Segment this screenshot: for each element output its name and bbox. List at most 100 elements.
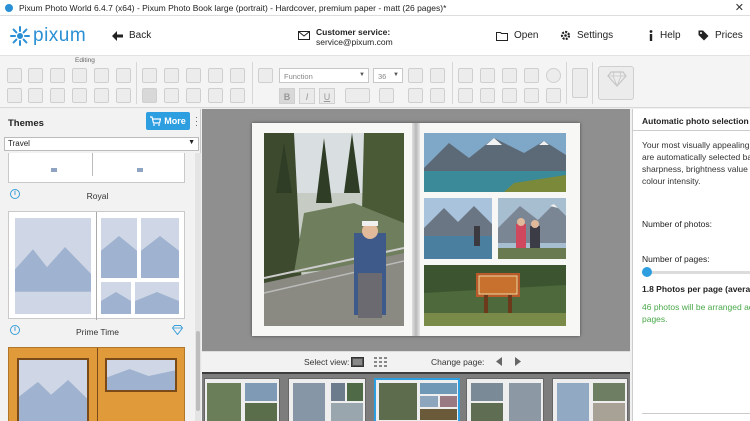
more-options-icon[interactable] (430, 88, 445, 103)
tool-button[interactable] (572, 68, 588, 98)
cart-icon (150, 116, 162, 126)
theme-card-prime-time[interactable] (8, 211, 185, 320)
tool-button[interactable] (142, 88, 157, 103)
tool-button[interactable] (50, 68, 65, 83)
more-options-icon[interactable] (230, 88, 245, 103)
highlight-tool[interactable] (598, 66, 634, 100)
tool-button[interactable] (72, 88, 87, 103)
tool-button[interactable] (94, 88, 109, 103)
tool-button[interactable] (546, 68, 561, 83)
tool-button[interactable] (502, 68, 517, 83)
app-icon (5, 3, 13, 12)
more-themes-button[interactable]: More (146, 112, 190, 130)
tool-button[interactable] (458, 68, 473, 83)
tool-button[interactable] (72, 68, 87, 83)
font-family-select[interactable]: Function ▼ (279, 68, 369, 83)
tool-button[interactable] (208, 68, 223, 83)
tool-button[interactable] (116, 88, 131, 103)
tool-button[interactable] (7, 88, 22, 103)
tool-button[interactable] (28, 88, 43, 103)
themes-scrollbar[interactable] (195, 153, 201, 421)
tool-button[interactable] (408, 88, 423, 103)
lake-view-photo (424, 198, 492, 259)
page-thumbnail[interactable] (466, 378, 544, 421)
tool-button[interactable] (94, 68, 109, 83)
thumbnail-photo (245, 403, 277, 421)
panel-menu-icon[interactable]: · · · (195, 113, 198, 130)
help-label: Help (660, 30, 681, 41)
slider-knob[interactable] (642, 267, 653, 277)
close-window-button[interactable]: ✕ (735, 1, 744, 14)
tool-button[interactable] (524, 68, 539, 83)
pages-slider[interactable] (642, 267, 750, 277)
tool-button[interactable] (458, 88, 473, 103)
envelope-icon (298, 31, 310, 40)
thumbnail-photo (331, 403, 363, 421)
thumbnail-photo (245, 383, 277, 401)
customer-service-email[interactable]: service@pixum.com (316, 37, 393, 47)
photo-frame-lake[interactable] (424, 133, 566, 192)
thumbnail-photo (593, 383, 625, 401)
customer-service[interactable]: Customer service: service@pixum.com (298, 27, 393, 47)
tool-button[interactable] (186, 88, 201, 103)
tool-button[interactable] (50, 88, 65, 103)
text-color-picker[interactable] (345, 88, 370, 103)
page-thumbnail-selected[interactable] (374, 378, 460, 421)
open-button[interactable]: Open (496, 30, 538, 41)
page-thumbnail[interactable] (552, 378, 628, 421)
photo-book-spread[interactable] (252, 123, 580, 336)
tool-button[interactable] (164, 68, 179, 83)
theme-card-partial[interactable] (8, 347, 185, 421)
next-page-icon[interactable] (515, 357, 521, 366)
grid-view-icon[interactable] (374, 357, 387, 367)
photo-frame-couple[interactable] (498, 198, 566, 259)
settings-button[interactable]: Settings (560, 30, 613, 41)
more-options-icon[interactable] (546, 88, 561, 103)
align-icon[interactable] (379, 88, 394, 103)
tool-button[interactable] (186, 68, 201, 83)
help-button[interactable]: Help (648, 30, 681, 41)
increase-font-icon[interactable] (408, 68, 423, 83)
prices-button[interactable]: Prices (698, 30, 743, 41)
theme-category-select[interactable]: Travel ▼ (4, 137, 199, 151)
text-tool-icon[interactable] (258, 68, 273, 83)
delete-icon[interactable] (116, 68, 131, 83)
tool-button[interactable] (164, 88, 179, 103)
book-canvas[interactable] (202, 109, 630, 351)
scrollbar-thumb[interactable] (196, 331, 200, 411)
page-thumbnail[interactable] (204, 378, 280, 421)
single-view-icon[interactable] (351, 357, 364, 367)
page-preview (13, 153, 93, 176)
photo-frame-sign[interactable] (424, 265, 566, 326)
thumbnail-photo (440, 396, 457, 407)
tool-button[interactable] (480, 68, 495, 83)
photo-placeholder (101, 218, 137, 278)
tag-icon (698, 30, 709, 41)
underline-button[interactable]: U (319, 88, 335, 104)
toolbar-separator (252, 62, 253, 104)
decrease-font-icon[interactable] (430, 68, 445, 83)
editing-group-label: Editing (75, 57, 95, 64)
theme-card-royal[interactable] (8, 153, 185, 183)
italic-button[interactable]: I (299, 88, 315, 104)
tool-button[interactable] (502, 88, 517, 103)
diamond-icon (607, 71, 627, 87)
tool-button[interactable] (142, 68, 157, 83)
photo-frame-main[interactable] (264, 133, 404, 326)
arranged-info: 46 photos will be arranged ac pages. (642, 301, 750, 325)
tool-button[interactable] (7, 68, 22, 83)
page-fold (97, 348, 98, 421)
tool-button[interactable] (480, 88, 495, 103)
font-size-select[interactable]: 36 ▼ (373, 68, 403, 83)
bold-button[interactable]: B (279, 88, 295, 104)
tool-button[interactable] (28, 68, 43, 83)
tool-button[interactable] (208, 88, 223, 103)
previous-page-icon[interactable] (496, 357, 502, 366)
back-button[interactable]: Back (112, 30, 151, 41)
tool-button[interactable] (524, 88, 539, 103)
page-thumbnail[interactable] (288, 378, 366, 421)
photo-frame-lakeview[interactable] (424, 198, 492, 259)
thumbnail-photo (347, 383, 363, 401)
tool-button[interactable] (230, 68, 245, 83)
crown-ornament (51, 168, 57, 172)
